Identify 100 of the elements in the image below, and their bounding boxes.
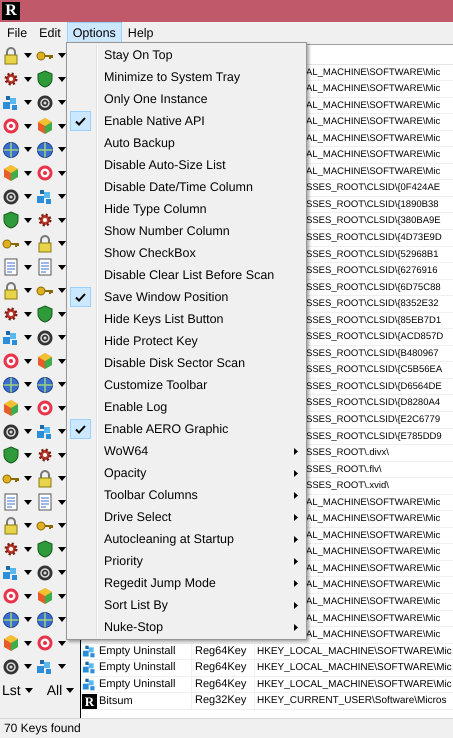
menu-item[interactable]: Help [122, 22, 160, 44]
menu-option[interactable]: Disable Disk Sector Scan [67, 352, 306, 374]
target-icon[interactable] [36, 634, 54, 652]
menu-option[interactable]: Drive Select [67, 506, 306, 528]
menu-option[interactable]: Toolbar Columns [67, 484, 306, 506]
target-icon[interactable] [36, 399, 54, 418]
menu-option[interactable]: Auto Backup [67, 132, 306, 154]
blocks-icon[interactable] [2, 94, 20, 112]
menu-option[interactable]: Regedit Jump Mode [67, 572, 306, 594]
dropdown-arrow-icon[interactable] [24, 546, 32, 552]
blocks-icon[interactable] [36, 422, 54, 441]
globe-icon[interactable] [36, 376, 54, 394]
dropdown-arrow-icon[interactable] [58, 218, 66, 223]
dropdown-arrow-icon[interactable] [24, 218, 32, 223]
padlock-icon[interactable] [36, 234, 54, 253]
dropdown-arrow-icon[interactable] [58, 100, 66, 106]
dropdown-arrow-icon[interactable] [58, 76, 66, 82]
gear-icon[interactable] [36, 446, 54, 464]
dropdown-arrow-icon[interactable] [24, 335, 32, 340]
disc-icon[interactable] [2, 188, 20, 206]
menu-option[interactable]: Hide Keys List Button [67, 308, 306, 330]
menu-option[interactable]: Disable Auto-Size List [67, 154, 306, 176]
menu-option[interactable]: Show CheckBox [67, 242, 306, 264]
document-icon[interactable] [2, 258, 20, 276]
menu-option[interactable]: Enable AERO Graphic [67, 418, 306, 440]
dropdown-arrow-icon[interactable] [24, 312, 32, 317]
padlock-icon[interactable] [2, 516, 20, 535]
dropdown-arrow-icon[interactable] [24, 170, 32, 176]
menu-option[interactable]: Minimize to System Tray [67, 66, 306, 88]
dropdown-arrow-icon[interactable] [24, 617, 32, 622]
dropdown-arrow-icon[interactable] [24, 664, 32, 670]
list-row[interactable]: Empty Uninstall Reg64Key HKEY_LOCAL_MACHINE\SOFTWARE\Mic [81, 644, 453, 660]
dropdown-arrow-icon[interactable] [24, 640, 32, 646]
shield-icon[interactable] [2, 211, 20, 230]
blocks-icon[interactable] [2, 328, 20, 347]
menu-option[interactable]: WoW64 [67, 440, 306, 462]
shield-icon[interactable] [36, 305, 54, 324]
dropdown-arrow-icon[interactable] [58, 53, 66, 58]
dropdown-arrow-icon[interactable] [24, 288, 32, 294]
globe-icon[interactable] [2, 140, 20, 159]
menu-option[interactable]: Show Number Column [67, 220, 306, 242]
dropdown-arrow-icon[interactable] [58, 194, 66, 200]
dropdown-arrow-icon[interactable] [58, 288, 66, 294]
dropdown-arrow-icon[interactable] [24, 147, 32, 152]
dropdown-arrow-icon[interactable] [58, 147, 66, 152]
shield-icon[interactable] [2, 446, 20, 464]
menu-option[interactable]: Enable Native API [67, 110, 306, 132]
blocks-icon[interactable] [36, 188, 54, 206]
dropdown-arrow-icon[interactable] [24, 500, 32, 505]
dropdown-arrow-icon[interactable] [58, 664, 66, 670]
menu-item[interactable]: File [1, 22, 34, 44]
target-icon[interactable] [2, 117, 20, 136]
blocks-icon[interactable] [36, 658, 54, 676]
globe-icon[interactable] [2, 376, 20, 394]
disc-icon[interactable] [36, 94, 54, 112]
dropdown-arrow-icon[interactable] [58, 264, 66, 270]
menu-option[interactable]: Hide Protect Key [67, 330, 306, 352]
dropdown-arrow-icon[interactable] [24, 594, 32, 599]
dropdown-arrow-icon[interactable] [24, 264, 32, 270]
dropdown-arrow-icon[interactable] [58, 452, 66, 458]
globe-icon[interactable] [2, 610, 20, 629]
menu-option[interactable]: Disable Date/Time Column [67, 176, 306, 198]
dropdown-arrow-icon[interactable] [24, 100, 32, 106]
dropdown-arrow-icon[interactable] [58, 312, 66, 317]
gear-icon[interactable] [2, 70, 20, 88]
dropdown-arrow-icon[interactable] [24, 688, 33, 693]
list-row[interactable]: Empty Uninstall Reg64Key HKEY_LOCAL_MACHINE\SOFTWARE\Mic [81, 660, 453, 677]
menu-option[interactable]: Disable Clear List Before Scan [67, 264, 306, 286]
dropdown-arrow-icon[interactable] [58, 124, 66, 129]
dropdown-arrow-icon[interactable] [24, 124, 32, 129]
menu-option[interactable]: Opacity [67, 462, 306, 484]
dropdown-arrow-icon[interactable] [58, 358, 66, 364]
menu-option[interactable]: Priority [67, 550, 306, 572]
dropdown-arrow-icon[interactable] [58, 241, 66, 246]
blocks-icon[interactable] [2, 564, 20, 582]
app-icon[interactable]: R [2, 2, 20, 20]
dropdown-arrow-icon[interactable] [58, 335, 66, 340]
disc-icon[interactable] [36, 328, 54, 347]
dropdown-arrow-icon[interactable] [58, 382, 66, 388]
menu-item[interactable]: Edit [33, 22, 67, 44]
dropdown-arrow-icon[interactable] [58, 617, 66, 622]
menu-option[interactable]: Enable Log [67, 396, 306, 418]
menu-option[interactable]: Sort List By [67, 594, 306, 616]
dropdown-arrow-icon[interactable] [24, 241, 32, 246]
dropdown-arrow-icon[interactable] [58, 594, 66, 599]
target-icon[interactable] [2, 587, 20, 606]
dropdown-arrow-icon[interactable] [58, 170, 66, 176]
dropdown-arrow-icon[interactable] [24, 194, 32, 200]
dropdown-arrow-icon[interactable] [24, 406, 32, 411]
list-row[interactable]: Empty Uninstall Reg64Key HKEY_LOCAL_MACHINE\SOFTWARE\Mic [81, 676, 453, 694]
dropdown-arrow-icon[interactable] [58, 570, 66, 576]
shield-icon[interactable] [36, 70, 54, 88]
document-icon[interactable] [36, 493, 54, 512]
target-icon[interactable] [2, 352, 20, 370]
dropdown-arrow-icon[interactable] [24, 382, 32, 388]
toolbar-label-button[interactable]: All [46, 681, 62, 700]
dropdown-arrow-icon[interactable] [66, 688, 74, 693]
globe-icon[interactable] [36, 610, 54, 629]
menu-option[interactable]: Stay On Top [67, 44, 306, 66]
shield-icon[interactable] [36, 540, 54, 558]
